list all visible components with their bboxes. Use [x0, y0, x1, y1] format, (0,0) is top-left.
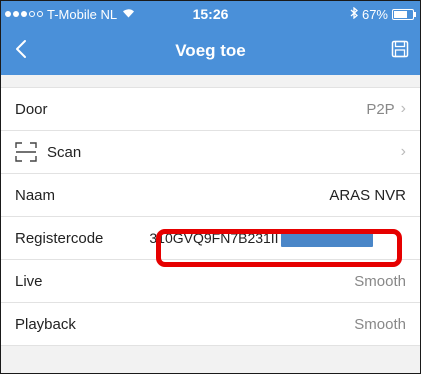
row-label: Playback — [15, 315, 76, 333]
save-icon — [391, 40, 409, 63]
row-registercode[interactable]: Registercode 310GVQ9FN7B231II — [1, 216, 420, 259]
chevron-right-icon: › — [400, 100, 406, 117]
row-label: Live — [15, 272, 43, 290]
redaction-box — [280, 229, 373, 247]
row-live[interactable]: Live Smooth — [1, 259, 420, 302]
phone-screen: T-Mobile NL 15:26 67% Voeg toe Door P2P … — [0, 0, 421, 374]
row-label: Registercode — [15, 229, 104, 247]
save-button[interactable] — [380, 27, 420, 75]
chevron-right-icon: › — [400, 143, 406, 160]
row-door[interactable]: Door P2P › — [1, 87, 420, 130]
row-value: ARAS NVR — [329, 186, 406, 204]
row-value: Smooth — [354, 315, 406, 333]
settings-list: Door P2P › Scan › Naam ARAS NVR Register… — [1, 75, 420, 346]
back-button[interactable] — [1, 27, 41, 75]
row-value: Smooth — [354, 272, 406, 290]
status-left: T-Mobile NL — [1, 7, 135, 22]
row-value: P2P — [366, 100, 395, 118]
row-scan[interactable]: Scan › — [1, 130, 420, 173]
page-title: Voeg toe — [175, 41, 246, 60]
scan-icon — [15, 142, 37, 162]
row-naam[interactable]: Naam ARAS NVR — [1, 173, 420, 216]
registercode-input[interactable]: 310GVQ9FN7B231II — [149, 229, 373, 247]
nav-bar: Voeg toe — [1, 27, 420, 75]
row-playback[interactable]: Playback Smooth — [1, 302, 420, 346]
status-bar: T-Mobile NL 15:26 67% — [1, 1, 420, 27]
row-label: Naam — [15, 186, 56, 204]
row-label: Door — [15, 100, 48, 118]
battery-percentage: 67% — [361, 6, 388, 22]
chevron-left-icon — [15, 39, 27, 64]
carrier-name: T-Mobile NL — [47, 6, 118, 22]
registercode-value: 310GVQ9FN7B231II — [149, 230, 279, 246]
wifi-icon — [122, 7, 135, 21]
signal-dots-icon — [5, 11, 43, 17]
status-right: 67% — [350, 6, 420, 22]
bluetooth-icon — [350, 6, 358, 22]
row-label: Scan — [47, 143, 82, 161]
battery-icon — [392, 8, 416, 20]
